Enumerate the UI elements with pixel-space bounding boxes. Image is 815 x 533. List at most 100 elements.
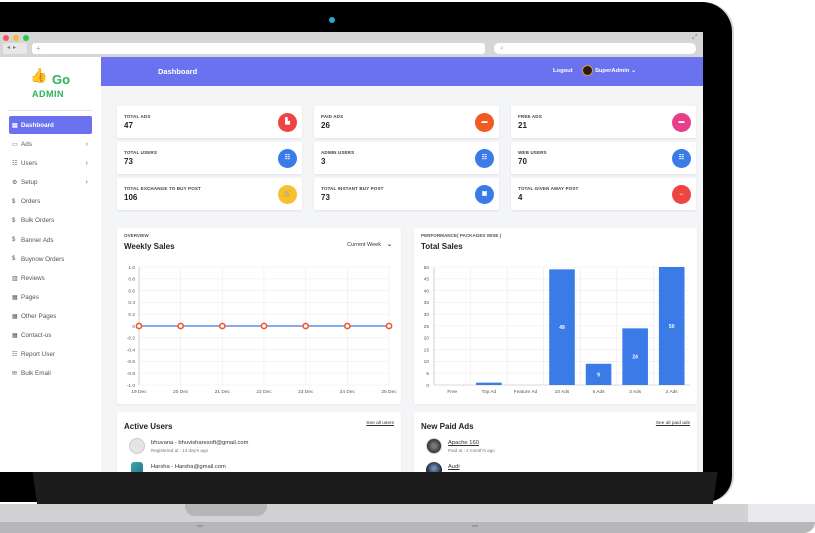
minimize-window-button[interactable] (13, 35, 19, 41)
x-tick-label: 25 Dec (381, 389, 397, 395)
sidebar-item-report-user[interactable]: ☷ Report User (9, 345, 92, 364)
camera-dot (329, 17, 335, 23)
sidebar-item-label: Buynow Orders (21, 255, 65, 263)
x-tick-label: 19 Dec (131, 389, 147, 395)
x-tick-label: 10 Ads (555, 389, 570, 395)
stat-card-web-users: WEB USERS 70 ☷ (511, 142, 696, 174)
see-all-paid-ads-link[interactable]: See all paid ads (656, 421, 690, 426)
logout-link[interactable]: Logout (553, 68, 573, 74)
url-input[interactable]: + (32, 43, 485, 54)
ad-title-link[interactable]: Audi (448, 464, 460, 470)
sidebar-item-label: Dashboard (21, 121, 54, 129)
x-tick-label: 3 Ads (629, 389, 642, 395)
sidebar-item-bulk-email[interactable]: ✉ Bulk Email (9, 364, 92, 383)
y-tick-label: 30 (424, 312, 430, 318)
laptop-base-bottom (0, 522, 815, 533)
laptop-base (0, 504, 815, 522)
stat-value: 73 (321, 193, 330, 202)
stat-card-paid-ads: PAID ADS 26 ▬ (314, 106, 499, 138)
sidebar-item-orders[interactable]: $ Orders (9, 192, 92, 211)
list-item[interactable]: Harsha - Harsha@gmail.com (129, 462, 389, 472)
see-all-users-link[interactable]: See all users (366, 421, 394, 426)
sidebar-item-banner-ads[interactable]: $ Banner Ads (9, 230, 92, 249)
back-forward-buttons[interactable]: ◂▸ (3, 43, 27, 54)
stat-label: ADMIN USERS (321, 150, 355, 155)
sidebar-item-reviews[interactable]: ▥ Reviews (9, 269, 92, 288)
sidebar-item-pages[interactable]: ▦ Pages (9, 288, 92, 307)
data-point (260, 322, 268, 330)
fullscreen-icon[interactable]: ⤢ (692, 34, 698, 42)
active-users-panel: Active Users See all users bhuvana - bhu… (117, 412, 401, 472)
cart-icon: 🛒 (278, 185, 297, 204)
sidebar-item-label: Pages (21, 293, 39, 301)
data-point (177, 322, 185, 330)
x-tick-label: Feature Ad (514, 389, 538, 395)
x-tick-label: 24 Dec (340, 389, 356, 395)
nav-icon: ▦ (12, 294, 18, 301)
y-tick-label: -0.2 (127, 336, 136, 342)
x-tick-label: Free (447, 389, 457, 395)
x-tick-label: 6 Ads (593, 389, 606, 395)
y-tick-label: 40 (424, 288, 430, 294)
stat-label: TOTAL INSTANT BUY POST (321, 186, 384, 191)
y-tick-label: 15 (424, 347, 430, 353)
y-tick-label: 45 (424, 277, 430, 283)
sidebar-item-users[interactable]: ☷ Users › (9, 154, 92, 173)
stat-value: 21 (518, 121, 527, 130)
list-item[interactable]: Audi (426, 462, 686, 472)
sidebar-item-ads[interactable]: ▭ Ads › (9, 135, 92, 154)
stat-value: 4 (518, 193, 523, 202)
users-icon: ☷ (278, 149, 297, 168)
weekly-sales-chart: 1.0 0.8 0.6 0.4 0.2 0 -0.2 -0.4 -0.6 -0.8 -1.019 D… (127, 265, 397, 395)
stat-card-free-ads: FREE ADS 21 ▬ (511, 106, 696, 138)
user-avatar (131, 462, 143, 472)
x-tick-label: 21 Dec (215, 389, 231, 395)
stat-label: FREE ADS (518, 114, 542, 119)
sidebar-item-label: Contact-us (21, 331, 52, 339)
stat-value: 106 (124, 193, 138, 202)
data-point (343, 322, 351, 330)
nav-icon: ▦ (12, 332, 18, 339)
page-title: Dashboard (158, 67, 198, 76)
stat-card-total-exchange-to-buy-post: TOTAL EXCHANGE TO BUY POST 106 🛒 (117, 178, 302, 210)
stat-card-total-users: TOTAL USERS 73 ☷ (117, 142, 302, 174)
list-item[interactable]: Apache 160 Paid at : 4 month's ago (426, 438, 686, 458)
nav-icon: ☷ (12, 352, 18, 359)
paid-ads-title: New Paid Ads (421, 422, 474, 431)
x-tick-label: 23 Dec (298, 389, 314, 395)
laptop-foot (197, 525, 203, 527)
default-avatar-icon (129, 438, 145, 454)
brand-logo[interactable]: 👍 Go ADMIN (30, 67, 80, 101)
sidebar-item-dashboard[interactable]: ▤ Dashboard (9, 116, 92, 134)
user-menu[interactable]: SuperAdmin ⌄ (595, 68, 636, 74)
y-tick-label: 25 (424, 324, 430, 330)
chevron-right-icon: › (85, 141, 88, 149)
nav-icon: ▭ (12, 142, 18, 149)
nav-icon: ☷ (12, 161, 18, 168)
browser-window: ◂▸ + ⌕ ⤢ 👍 Go ADMIN ▤ Dashboard ▭ Ads › ☷ User… (0, 32, 703, 472)
maximize-window-button[interactable] (23, 35, 29, 41)
nav-icon: ⚙ (12, 180, 18, 187)
close-window-button[interactable] (3, 35, 9, 41)
card-icon: ▬ (672, 113, 691, 132)
sidebar-item-contact-us[interactable]: ▦ Contact-us (9, 326, 92, 345)
sidebar-item-other-pages[interactable]: ▦ Other Pages (9, 307, 92, 326)
chevron-right-icon: › (85, 160, 88, 168)
ad-thumbnail (426, 438, 442, 454)
sidebar-item-label: Other Pages (21, 312, 57, 320)
ad-title-link[interactable]: Apache 160 (448, 440, 479, 446)
x-tick-label: 22 Dec (256, 389, 272, 395)
stat-value: 26 (321, 121, 330, 130)
list-item[interactable]: bhuvana - bhuvisharesoft@gmail.com Regis… (129, 438, 389, 458)
stat-value: 73 (124, 157, 133, 166)
user-registered: Registered at : 13 day's ago (151, 448, 209, 453)
x-tick-label: 20 Dec (173, 389, 189, 395)
thumbs-up-icon: 👍 (30, 67, 48, 83)
browser-search-input[interactable]: ⌕ (494, 43, 696, 54)
user-avatar[interactable] (582, 65, 593, 76)
sidebar-item-bulk-orders[interactable]: $ Bulk Orders (9, 211, 92, 230)
y-tick-label: -0.8 (127, 371, 136, 377)
sidebar-item-buynow-orders[interactable]: $ Buynow Orders (9, 250, 92, 269)
sidebar-item-setup[interactable]: ⚙ Setup › (9, 173, 92, 192)
chevron-right-icon: › (85, 179, 88, 187)
